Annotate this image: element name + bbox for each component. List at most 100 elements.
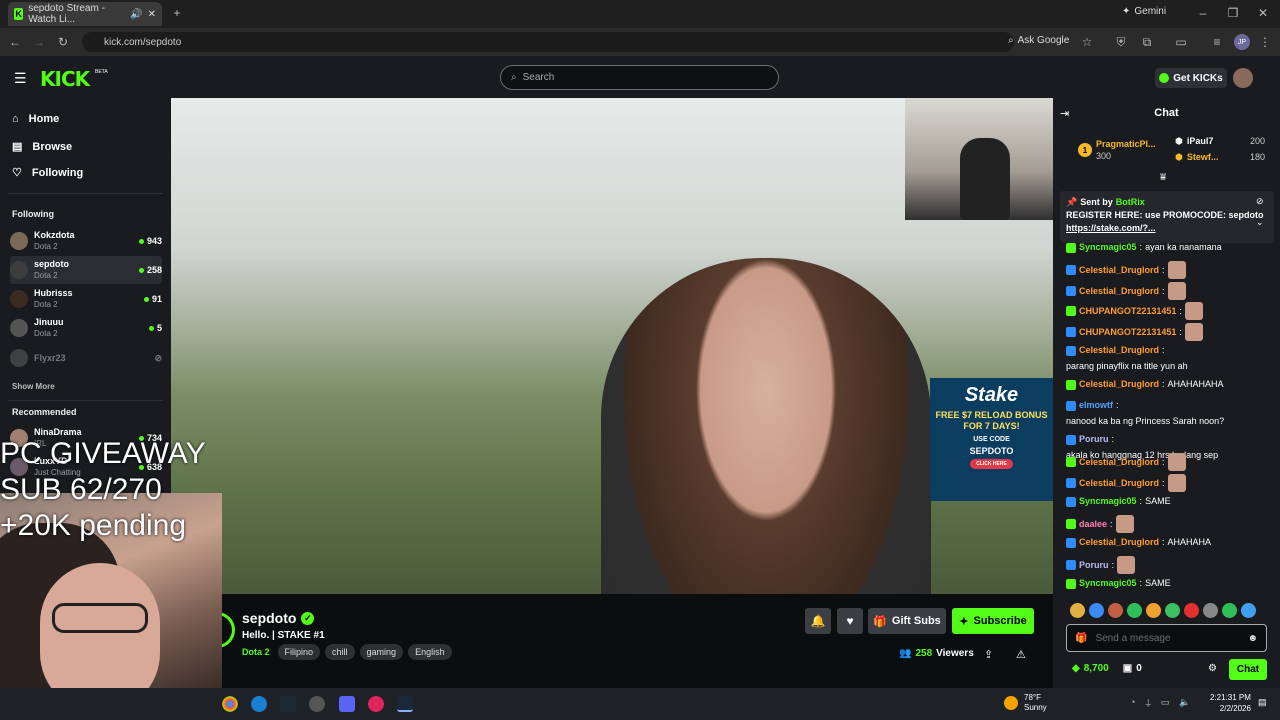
- volume-icon[interactable]: 🔈: [1179, 697, 1190, 708]
- network-icon[interactable]: ▭: [1161, 697, 1170, 708]
- chat-username[interactable]: CHUPANGOT22131451: [1079, 326, 1176, 339]
- leaderboard-third[interactable]: ⬢ Stewf... 180: [1175, 152, 1265, 163]
- back-icon[interactable]: ←: [8, 35, 22, 49]
- tray-icon[interactable]: ◔: [1130, 697, 1135, 708]
- chat-message[interactable]: Celestial_Druglord:: [1066, 474, 1266, 492]
- gift-subs-button[interactable]: 🎁 Gift Subs: [868, 608, 946, 634]
- chat-message[interactable]: Celestial_Druglord:: [1066, 453, 1266, 471]
- chat-message[interactable]: Celestial_Druglord: AHAHAHA: [1066, 536, 1266, 549]
- notifications-icon[interactable]: ▤: [1258, 697, 1267, 708]
- edge-taskbar-icon[interactable]: [251, 696, 267, 712]
- close-tab-icon[interactable]: ✕: [148, 9, 156, 20]
- chat-username[interactable]: Syncmagic05: [1079, 495, 1137, 508]
- channel-item-kokzdota[interactable]: Kokzdota Dota 2 943: [10, 227, 162, 255]
- notification-bell-button[interactable]: 🔔: [805, 608, 831, 634]
- media-taskbar-icon[interactable]: [368, 696, 384, 712]
- report-icon[interactable]: ⚠: [1016, 648, 1026, 661]
- nav-following[interactable]: ♡ Following: [12, 166, 83, 180]
- search-input[interactable]: ⌕ Search: [500, 65, 779, 90]
- ad-cta-button[interactable]: CLICK HERE: [970, 459, 1013, 469]
- chat-username[interactable]: Celestial_Druglord: [1079, 378, 1159, 391]
- mic-icon[interactable]: ⍊: [1145, 697, 1150, 708]
- system-tray[interactable]: ◔ ⍊ ▭ 🔈: [1130, 697, 1191, 708]
- nav-browse[interactable]: ▤ Browse: [12, 140, 72, 154]
- pinned-message[interactable]: 📌 Sent by BotRix REGISTER HERE: use PROM…: [1060, 191, 1274, 243]
- quick-emote-icon[interactable]: [1241, 603, 1256, 618]
- chat-username[interactable]: CHUPANGOT22131451: [1079, 305, 1176, 318]
- chat-message[interactable]: Syncmagic05: ayan ka nanamana: [1066, 241, 1266, 254]
- tag[interactable]: English: [408, 644, 452, 660]
- new-tab-button[interactable]: +: [170, 6, 184, 20]
- unpin-icon[interactable]: ⊘: [1256, 196, 1264, 207]
- chat-message[interactable]: CHUPANGOT22131451:: [1066, 302, 1266, 320]
- steam-taskbar-icon[interactable]: [280, 696, 296, 712]
- chevron-down-icon[interactable]: ⌄: [1256, 217, 1264, 228]
- chat-message[interactable]: elmowtf: nanood ka ba ng Princess Sarah n…: [1066, 399, 1266, 428]
- chat-message[interactable]: Syncmagic05: SAME: [1066, 495, 1266, 508]
- chat-username[interactable]: Celestial_Druglord: [1079, 285, 1159, 298]
- close-window-button[interactable]: ✕: [1256, 6, 1270, 20]
- chat-username[interactable]: Celestial_Druglord: [1079, 536, 1159, 549]
- chat-message[interactable]: Syncmagic05: SAME: [1066, 577, 1266, 590]
- chrome-taskbar-icon[interactable]: [222, 696, 238, 712]
- kick-logo[interactable]: KICK: [40, 67, 90, 91]
- chat-message[interactable]: Poruru:: [1066, 556, 1266, 574]
- tag[interactable]: gaming: [359, 644, 404, 660]
- channel-item-hubrisss[interactable]: Hubrisss Dota 2 91: [10, 285, 162, 313]
- follow-button[interactable]: ♥: [837, 608, 863, 634]
- channel-item-sepdoto[interactable]: sepdoto Dota 2 258: [10, 256, 162, 284]
- quick-emote-icon[interactable]: [1165, 603, 1180, 618]
- speaker-icon[interactable]: 🔊: [130, 9, 142, 20]
- steam-active-taskbar-icon[interactable]: [397, 696, 413, 712]
- cast-icon[interactable]: ▭: [1174, 35, 1188, 49]
- quick-emote-icon[interactable]: [1222, 603, 1237, 618]
- chat-message[interactable]: Celestial_Druglord:: [1066, 261, 1266, 279]
- quick-emote-icon[interactable]: [1108, 603, 1123, 618]
- profile-avatar[interactable]: JP: [1234, 34, 1250, 50]
- quick-emote-icon[interactable]: [1203, 603, 1218, 618]
- chat-username[interactable]: Celestial_Druglord: [1079, 477, 1159, 490]
- minimize-button[interactable]: –: [1196, 6, 1210, 20]
- extensions-icon[interactable]: ⧉: [1140, 35, 1154, 50]
- subscribe-button[interactable]: ✦ Subscribe: [952, 608, 1034, 634]
- expand-leaderboard-icon[interactable]: ⩸: [1160, 172, 1166, 183]
- browser-tab[interactable]: K sepdoto Stream - Watch Li... 🔊 ✕: [8, 2, 162, 26]
- taskbar-clock[interactable]: 2:21:31 PM 2/2/2026: [1210, 692, 1251, 714]
- weather-widget[interactable]: 78°F Sunny: [1004, 693, 1047, 713]
- nav-home[interactable]: ⌂ Home: [12, 113, 59, 125]
- chat-username[interactable]: Celestial_Druglord: [1079, 456, 1159, 469]
- chat-message-input[interactable]: 🎁 Send a message ☻: [1066, 624, 1267, 652]
- url-field[interactable]: kick.com/sepdoto: [82, 32, 1014, 52]
- bookmark-star-icon[interactable]: ☆: [1080, 35, 1094, 49]
- emoji-icon[interactable]: ☻: [1247, 633, 1258, 644]
- chat-username[interactable]: Celestial_Druglord: [1079, 344, 1159, 357]
- gemini-button[interactable]: ✦ Gemini: [1122, 6, 1166, 17]
- chat-username[interactable]: Syncmagic05: [1079, 577, 1137, 590]
- forward-icon[interactable]: →: [32, 35, 46, 49]
- chat-message[interactable]: Celestial_Druglord:: [1066, 282, 1266, 300]
- get-kicks-button[interactable]: Get KICKs: [1155, 68, 1227, 88]
- stake-ad-banner[interactable]: Stake FREE $7 RELOAD BONUS FOR 7 DAYS! U…: [930, 378, 1053, 501]
- kebab-menu-icon[interactable]: ⋮: [1259, 35, 1271, 49]
- chat-username[interactable]: Poruru: [1079, 559, 1109, 572]
- channel-item-jinuuu[interactable]: Jinuuu Dota 2 5: [10, 314, 162, 342]
- maximize-button[interactable]: ❐: [1226, 6, 1240, 20]
- share-icon[interactable]: ⇪: [984, 648, 993, 661]
- chat-username[interactable]: elmowtf: [1079, 399, 1113, 412]
- channel-item-flyxr23[interactable]: Flyxr23 ⊘: [10, 344, 162, 372]
- promo-link[interactable]: https://stake.com/?...: [1066, 223, 1156, 233]
- chat-settings-icon[interactable]: ⚙: [1208, 663, 1217, 674]
- chat-username[interactable]: Celestial_Druglord: [1079, 264, 1159, 277]
- chat-message[interactable]: daalee:: [1066, 515, 1266, 533]
- quick-emote-icon[interactable]: [1089, 603, 1104, 618]
- show-more-link[interactable]: Show More: [12, 382, 55, 391]
- shield-icon[interactable]: ⛨: [1114, 35, 1128, 50]
- category-link[interactable]: Dota 2: [242, 647, 270, 657]
- quick-emote-icon[interactable]: [1070, 603, 1085, 618]
- app-taskbar-icon[interactable]: [309, 696, 325, 712]
- user-avatar[interactable]: [1233, 68, 1253, 88]
- send-chat-button[interactable]: Chat: [1229, 659, 1267, 680]
- chat-message[interactable]: Celestial_Druglord: AHAHAHAHA: [1066, 378, 1266, 391]
- chat-message[interactable]: Celestial_Druglord: parang pinayflix na t…: [1066, 344, 1266, 373]
- chat-message[interactable]: CHUPANGOT22131451:: [1066, 323, 1266, 341]
